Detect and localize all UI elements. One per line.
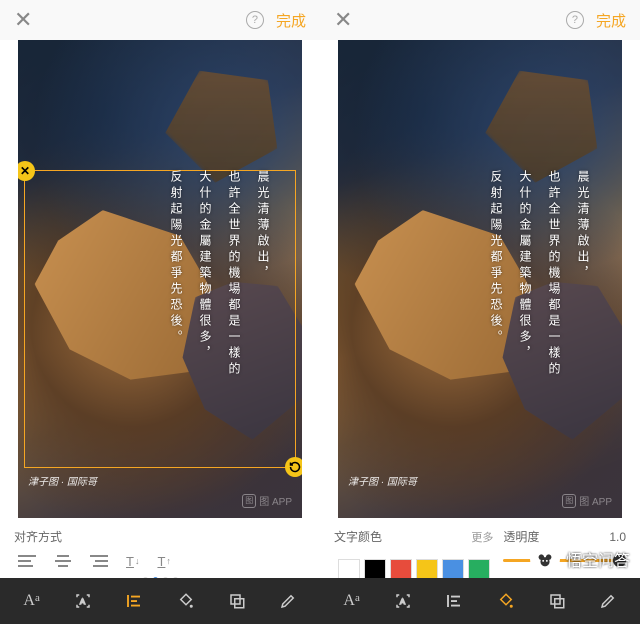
align-label: 对齐方式 <box>14 528 62 545</box>
topbar: ✕ ? 完成 <box>320 0 640 40</box>
layer-tab-icon[interactable] <box>223 592 251 610</box>
align-left-icon[interactable] <box>18 553 36 569</box>
image-caption: 津子图 · 国际哥 <box>348 473 417 488</box>
scan-tab-icon[interactable]: A <box>389 592 417 610</box>
wukong-logo-icon <box>530 544 560 574</box>
vertical-text[interactable]: 晨光清薄啟出， 也許全世界的機場都是一樣的 大什的金屬建築物體很多， 反射起陽光… <box>488 170 592 378</box>
color-tab-icon[interactable] <box>492 592 520 610</box>
close-icon[interactable]: ✕ <box>334 7 352 33</box>
pencil-tab-icon[interactable] <box>274 592 302 610</box>
help-icon[interactable]: ? <box>566 11 584 29</box>
frame-rotate-icon[interactable] <box>285 457 302 477</box>
opacity-value: 1.0 <box>609 530 626 544</box>
color-tab-icon[interactable] <box>172 592 200 610</box>
done-button[interactable]: 完成 <box>596 10 626 31</box>
done-button[interactable]: 完成 <box>276 10 306 31</box>
frame-delete-icon[interactable]: ✕ <box>18 161 35 181</box>
svg-text:A: A <box>400 597 405 606</box>
bottom-toolbar: Aa A <box>320 578 640 624</box>
opacity-label: 透明度 <box>503 528 539 545</box>
align-tab-icon[interactable] <box>120 592 148 610</box>
layer-tab-icon[interactable] <box>543 592 571 610</box>
app-watermark: 图 图 APP <box>562 493 612 508</box>
color-label: 文字颜色 <box>334 528 382 545</box>
more-button[interactable]: 更多 <box>471 529 493 545</box>
svg-text:A: A <box>80 597 85 606</box>
align-controls: 对齐方式 T↓ T↑ <box>0 518 320 578</box>
wukong-watermark: 悟空问答 <box>530 544 630 574</box>
help-icon[interactable]: ? <box>246 11 264 29</box>
font-tab-icon[interactable]: Aa <box>18 592 46 610</box>
align-right-icon[interactable] <box>90 553 108 569</box>
scan-tab-icon[interactable]: A <box>69 592 97 610</box>
vertical-down-icon[interactable]: T↓ <box>126 554 139 569</box>
vertical-up-icon[interactable]: T↑ <box>157 554 170 569</box>
align-center-icon[interactable] <box>54 553 72 569</box>
right-panel: ✕ ? 完成 晨光清薄啟出， 也許全世界的機場都是一樣的 大什的金屬建築物體很多… <box>320 0 640 624</box>
topbar: ✕ ? 完成 <box>0 0 320 40</box>
font-tab-icon[interactable]: Aa <box>338 592 366 610</box>
bottom-toolbar: Aa A <box>0 578 320 624</box>
pencil-tab-icon[interactable] <box>594 592 622 610</box>
close-icon[interactable]: ✕ <box>14 7 32 33</box>
app-watermark: 图 图 APP <box>242 493 292 508</box>
image-canvas[interactable]: ✕ 晨光清薄啟出， 也許全世界的機場都是一樣的 大什的金屬建築物體很多， 反射起… <box>18 40 302 518</box>
image-caption: 津子图 · 国际哥 <box>28 473 97 488</box>
left-panel: ✕ ? 完成 ✕ 晨光清薄啟出， 也許全世界的機場都是一樣的 大什的金屬建築物體… <box>0 0 320 624</box>
vertical-text[interactable]: 晨光清薄啟出， 也許全世界的機場都是一樣的 大什的金屬建築物體很多， 反射起陽光… <box>168 170 272 378</box>
image-canvas[interactable]: 晨光清薄啟出， 也許全世界的機場都是一樣的 大什的金屬建築物體很多， 反射起陽光… <box>338 40 622 518</box>
align-tab-icon[interactable] <box>440 592 468 610</box>
